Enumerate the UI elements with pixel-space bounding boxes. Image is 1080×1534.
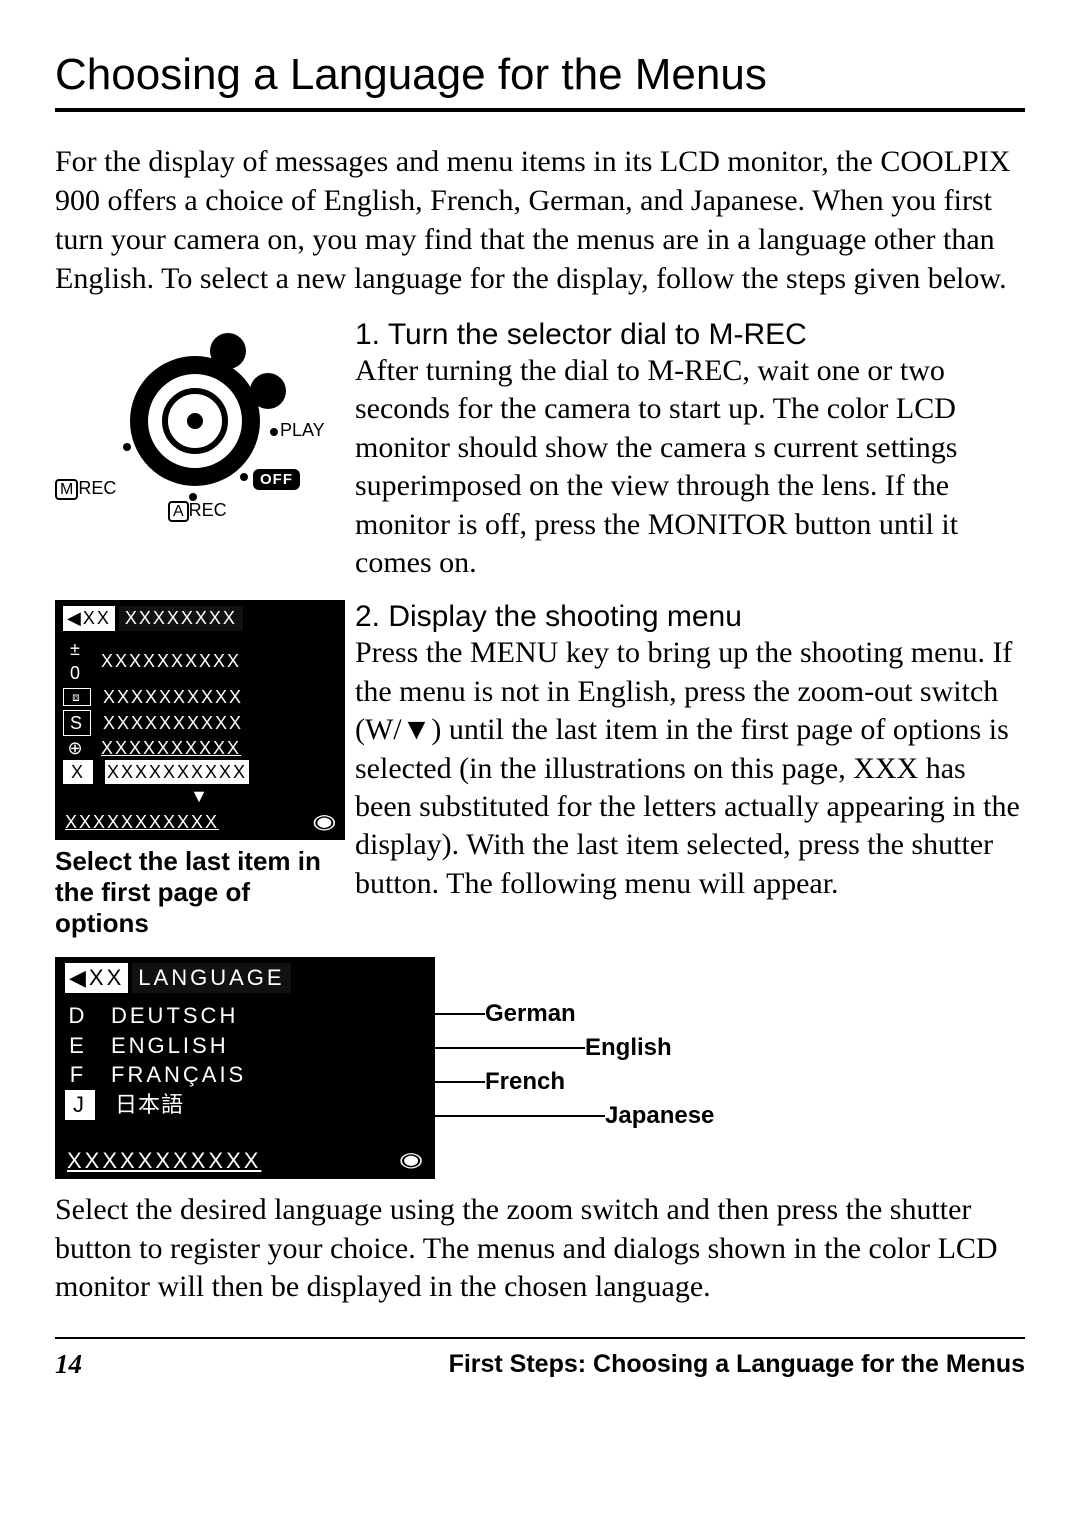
lcd1-icon: ± 0 — [63, 637, 89, 686]
lcd1-tab-label: XXXXXXXX — [119, 606, 243, 630]
lcd2-foot: XXXXXXXXXXX — [67, 1146, 261, 1176]
lcd1-icon: S — [63, 710, 91, 736]
lcd-language-menu: ◀XX LANGUAGE D DEUTSCH E ENGLISH F FRANÇAIS… — [55, 957, 435, 1179]
selector-dial-figure: PLAY OFF AREC MREC — [55, 328, 315, 548]
callout-french: French — [485, 1068, 565, 1096]
lang-item-japanese: 日本語 — [115, 1090, 184, 1120]
step-1: PLAY OFF AREC MREC 1. Turn the selector … — [55, 318, 1025, 582]
intro-paragraph: For the display of messages and menu ite… — [55, 142, 1025, 298]
lcd1-tab-back: ◀XX — [63, 606, 115, 630]
step-2: ◀XX XXXXXXXX ± 0 XXXXXXXXXX ⧈ XXXXXXXXXX S… — [55, 600, 1025, 939]
lang-letter-f: F — [65, 1060, 91, 1090]
lang-item-english: ENGLISH — [111, 1031, 229, 1061]
dial-label-arec: REC — [189, 500, 227, 520]
lang-item-francais: FRANÇAIS — [111, 1060, 246, 1090]
lcd1-row: XXXXXXXXXX — [101, 649, 241, 673]
step-1-title: 1. Turn the selector dial to M-REC — [355, 318, 1025, 352]
footer-divider — [55, 1337, 1025, 1339]
page-number: 14 — [55, 1349, 82, 1380]
lcd1-row: XXXXXXXXXX — [103, 711, 243, 735]
lang-item-deutsch: DEUTSCH — [111, 1001, 238, 1031]
step-2-body: Press the MENU key to bring up the shoot… — [355, 634, 1025, 903]
step-2-title: 2. Display the shooting menu — [355, 600, 1025, 634]
lang-letter-e: E — [65, 1031, 91, 1061]
lcd1-icon-selected: X — [63, 760, 93, 784]
lcd1-row: XXXXXXXXXX — [103, 685, 243, 709]
lcd-shooting-menu: ◀XX XXXXXXXX ± 0 XXXXXXXXXX ⧈ XXXXXXXXXX S… — [55, 600, 345, 839]
footer-section: First Steps: Choosing a Language for the… — [449, 1350, 1025, 1379]
dial-label-arec-box: A — [168, 501, 189, 522]
callout-japanese: Japanese — [605, 1102, 714, 1130]
language-menu-block: ◀XX LANGUAGE D DEUTSCH E ENGLISH F FRANÇAIS… — [55, 957, 1025, 1179]
page-title: Choosing a Language for the Menus — [55, 50, 1025, 100]
shutter-icon: ◉ — [312, 809, 339, 836]
lang-letter-d: D — [65, 1001, 91, 1031]
dial-label-mrec-box: M — [55, 479, 78, 500]
dial-label-mrec: REC — [78, 478, 116, 498]
lcd1-row: XXXXXXXXXX — [101, 736, 241, 760]
shutter-icon: ◉ — [398, 1147, 427, 1174]
dial-label-play: PLAY — [280, 420, 325, 441]
lcd1-icon: ⊕ — [63, 736, 89, 760]
lcd1-foot: XXXXXXXXXXX — [65, 810, 219, 834]
lcd1-row-selected: XXXXXXXXXX — [105, 760, 249, 784]
step-1-body: After turning the dial to M-REC, wait on… — [355, 352, 1025, 582]
callout-english: English — [585, 1034, 672, 1062]
closing-paragraph: Select the desired language using the zo… — [55, 1191, 1025, 1306]
callout-german: German — [485, 1000, 576, 1028]
language-callouts: German English French Japanese — [435, 957, 714, 1133]
dial-label-off: OFF — [253, 469, 300, 490]
lcd2-tab-back: ◀XX — [65, 963, 128, 993]
lcd2-tab-label: LANGUAGE — [132, 963, 290, 993]
lcd1-icon: ⧈ — [63, 688, 91, 706]
down-arrow-icon: ▼ — [63, 784, 337, 808]
lang-letter-j-selected: J — [65, 1090, 95, 1120]
lcd1-caption: Select the last item in the first page o… — [55, 846, 335, 940]
divider — [55, 108, 1025, 112]
